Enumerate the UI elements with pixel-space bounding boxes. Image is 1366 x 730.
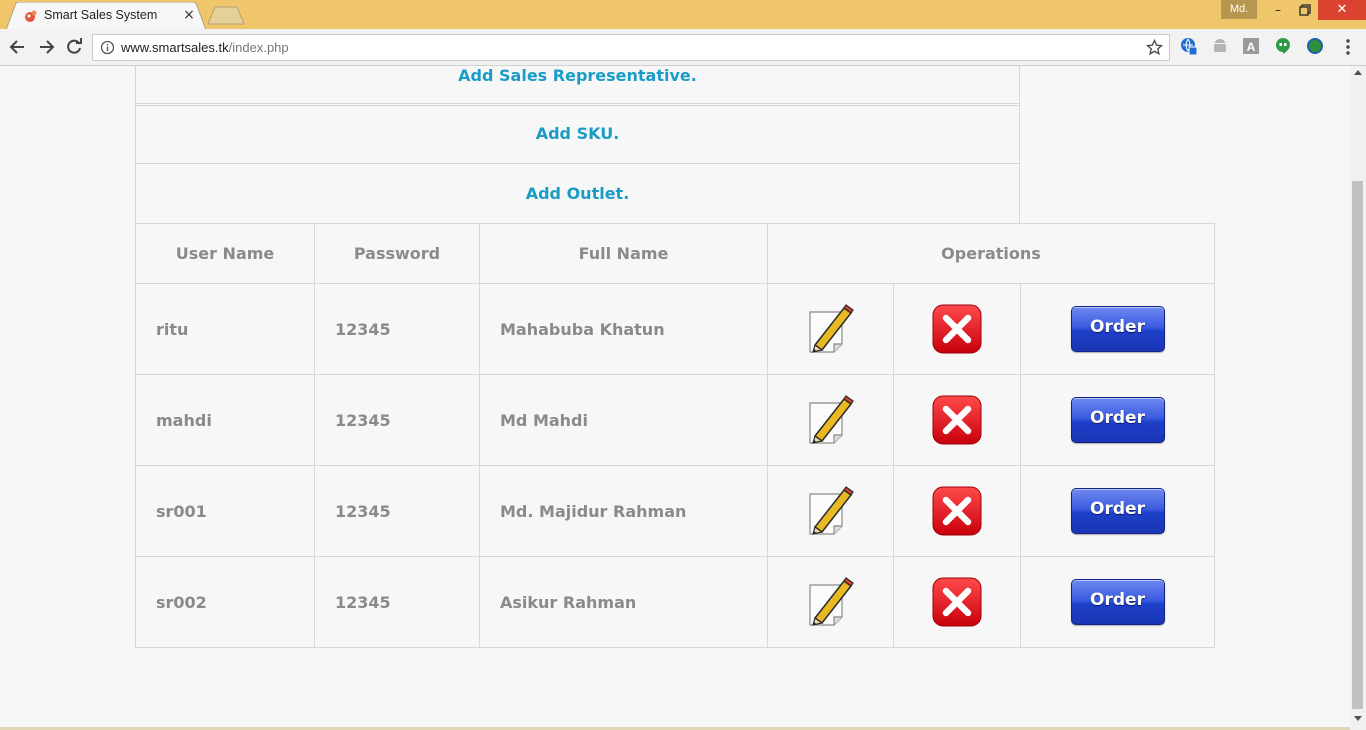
admin-link-row: Add Sales Representative. <box>135 66 1020 106</box>
cell-full-name: Md. Majidur Rahman <box>479 465 768 557</box>
column-header-full-name: Full Name <box>479 223 768 284</box>
admin-link-row: Add Outlet. <box>135 163 1020 224</box>
minimize-button[interactable]: – <box>1264 0 1292 20</box>
cell-delete <box>893 283 1021 375</box>
hangouts-icon[interactable] <box>1274 37 1292 55</box>
column-header-operations: Operations <box>767 223 1215 284</box>
cell-edit <box>767 283 894 375</box>
globe-icon[interactable] <box>1306 37 1324 55</box>
edit-pencil-icon[interactable] <box>806 304 856 354</box>
url-text[interactable]: www.smartsales.tk/index.php <box>121 40 289 55</box>
cell-order: Order <box>1020 283 1215 375</box>
cell-edit <box>767 556 894 648</box>
window-close-button[interactable]: ✕ <box>1318 0 1366 20</box>
restore-icon <box>1299 4 1311 16</box>
cell-full-name: Mahabuba Khatun <box>479 283 768 375</box>
scroll-down-arrow-icon[interactable] <box>1354 716 1362 721</box>
info-icon[interactable] <box>100 40 115 55</box>
address-bar[interactable]: www.smartsales.tk/index.php <box>92 34 1170 61</box>
cell-password: 12345 <box>314 556 480 648</box>
add-sku-link[interactable]: Add SKU. <box>536 124 620 143</box>
cell-delete <box>893 374 1021 466</box>
site-favicon-icon <box>25 10 37 22</box>
add-outlet-link[interactable]: Add Outlet. <box>526 184 630 203</box>
cell-password: 12345 <box>314 374 480 466</box>
add-sales-representative-link[interactable]: Add Sales Representative. <box>458 66 697 85</box>
table-row: sr001 12345 Md. Majidur Rahman Order <box>135 465 1215 557</box>
admin-link-row: Add SKU. <box>135 103 1020 164</box>
cell-full-name: Md Mahdi <box>479 374 768 466</box>
bookmark-star-icon[interactable] <box>1146 39 1163 56</box>
new-tab-button[interactable] <box>207 6 245 26</box>
cell-edit <box>767 465 894 557</box>
cell-password: 12345 <box>314 283 480 375</box>
order-button[interactable]: Order <box>1070 397 1165 443</box>
android-icon[interactable] <box>1211 37 1229 55</box>
cell-user-name: mahdi <box>135 374 315 466</box>
cell-user-name: sr001 <box>135 465 315 557</box>
cell-order: Order <box>1020 465 1215 557</box>
browser-titlebar: Smart Sales System × Md. – ✕ <box>0 0 1366 30</box>
edit-pencil-icon[interactable] <box>806 395 856 445</box>
users-table: User Name Password Full Name Operations … <box>135 223 1215 648</box>
cell-delete <box>893 556 1021 648</box>
column-header-password: Password <box>314 223 480 284</box>
kebab-menu-icon[interactable] <box>1342 38 1354 56</box>
translate-icon[interactable] <box>1180 37 1198 55</box>
cell-password: 12345 <box>314 465 480 557</box>
scroll-up-arrow-icon[interactable] <box>1354 70 1362 75</box>
order-button[interactable]: Order <box>1070 306 1165 352</box>
forward-arrow-icon[interactable] <box>36 37 56 57</box>
cell-user-name: sr002 <box>135 556 315 648</box>
cell-edit <box>767 374 894 466</box>
restore-button[interactable] <box>1292 0 1318 20</box>
cell-order: Order <box>1020 556 1215 648</box>
delete-x-icon[interactable] <box>932 486 982 536</box>
url-path: /index.php <box>228 40 289 55</box>
tab-close-icon[interactable]: × <box>182 7 196 23</box>
table-row: sr002 12345 Asikur Rahman Order <box>135 556 1215 648</box>
browser-toolbar: www.smartsales.tk/index.php A <box>0 29 1366 66</box>
back-arrow-icon[interactable] <box>8 37 28 57</box>
svg-text:A: A <box>1247 40 1256 54</box>
delete-x-icon[interactable] <box>932 304 982 354</box>
browser-tab-active[interactable]: Smart Sales System × <box>6 2 206 30</box>
order-button[interactable]: Order <box>1070 488 1165 534</box>
column-header-user-name: User Name <box>135 223 315 284</box>
url-host: www.smartsales.tk <box>121 40 229 55</box>
cell-delete <box>893 465 1021 557</box>
delete-x-icon[interactable] <box>932 395 982 445</box>
cell-order: Order <box>1020 374 1215 466</box>
page-viewport: Add Sales Representative. Add SKU. Add O… <box>0 66 1350 730</box>
edit-pencil-icon[interactable] <box>806 577 856 627</box>
reload-icon[interactable] <box>64 37 84 57</box>
table-header-row: User Name Password Full Name Operations <box>135 223 1215 284</box>
users-table-body: ritu 12345 Mahabuba Khatun Order mahdi 1… <box>135 283 1215 648</box>
profile-button[interactable]: Md. <box>1221 0 1257 19</box>
order-button[interactable]: Order <box>1070 579 1165 625</box>
edit-pencil-icon[interactable] <box>806 486 856 536</box>
scrollbar-thumb[interactable] <box>1352 181 1363 709</box>
table-row: mahdi 12345 Md Mahdi Order <box>135 374 1215 466</box>
delete-x-icon[interactable] <box>932 577 982 627</box>
table-row: ritu 12345 Mahabuba Khatun Order <box>135 283 1215 375</box>
font-a-icon[interactable]: A <box>1242 37 1260 55</box>
tab-title: Smart Sales System <box>44 8 158 22</box>
vertical-scrollbar[interactable] <box>1350 66 1366 730</box>
cell-user-name: ritu <box>135 283 315 375</box>
cell-full-name: Asikur Rahman <box>479 556 768 648</box>
